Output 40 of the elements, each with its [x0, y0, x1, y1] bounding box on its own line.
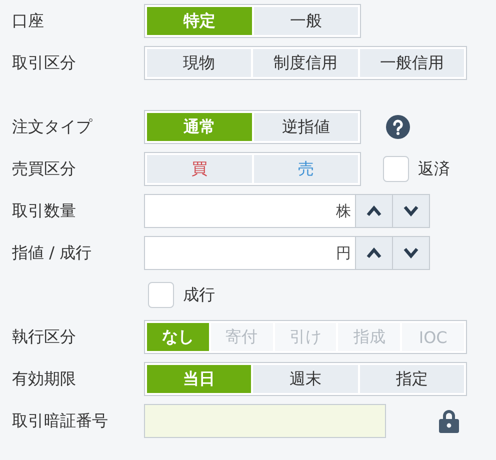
field-label: 取引区分: [12, 52, 77, 74]
chevron-up-icon: [366, 247, 382, 259]
checkbox-label: 返済: [418, 158, 450, 180]
password-field[interactable]: [144, 404, 386, 438]
segment-option[interactable]: 買: [147, 155, 252, 183]
input-field[interactable]: 株: [144, 194, 356, 228]
field-label: 取引数量: [12, 200, 77, 222]
chevron-up-icon: [366, 205, 382, 217]
segment-option[interactable]: 制度信用: [253, 49, 358, 77]
field-label: 売買区分: [12, 158, 77, 180]
help-icon[interactable]: [386, 115, 410, 139]
decrement-button[interactable]: [393, 236, 430, 270]
unit-label: 円: [336, 244, 351, 262]
checkbox[interactable]: [383, 156, 409, 182]
segment-option[interactable]: 逆指値: [254, 113, 358, 141]
segment-option[interactable]: 当日: [147, 365, 252, 393]
decrement-button[interactable]: [393, 194, 430, 228]
segment-option[interactable]: 指定: [360, 365, 464, 393]
increment-button[interactable]: [356, 236, 393, 270]
increment-button[interactable]: [356, 194, 393, 228]
unit-label: 株: [336, 202, 351, 220]
segment-option[interactable]: 一般信用: [360, 49, 464, 77]
field-label: 執行区分: [12, 326, 77, 348]
segment-option[interactable]: 通常: [147, 113, 252, 141]
chevron-down-icon: [403, 205, 419, 217]
field-label: 口座: [12, 10, 45, 32]
input-field[interactable]: 円: [144, 236, 356, 270]
segment-option[interactable]: 売: [254, 155, 358, 183]
field-label: 注文タイプ: [12, 116, 94, 138]
checkbox[interactable]: [148, 282, 174, 308]
segment-option[interactable]: 現物: [147, 49, 252, 77]
segment-option[interactable]: 週末: [253, 365, 358, 393]
checkbox-label: 成行: [183, 284, 215, 306]
chevron-down-icon: [403, 247, 419, 259]
field-label: 取引暗証番号: [12, 410, 109, 432]
segment-option[interactable]: 一般: [254, 7, 358, 35]
field-label: 有効期限: [12, 368, 77, 390]
segment-option[interactable]: 特定: [147, 7, 252, 35]
segment-option[interactable]: なし: [147, 323, 209, 351]
field-label: 指値 / 成行: [12, 242, 93, 264]
